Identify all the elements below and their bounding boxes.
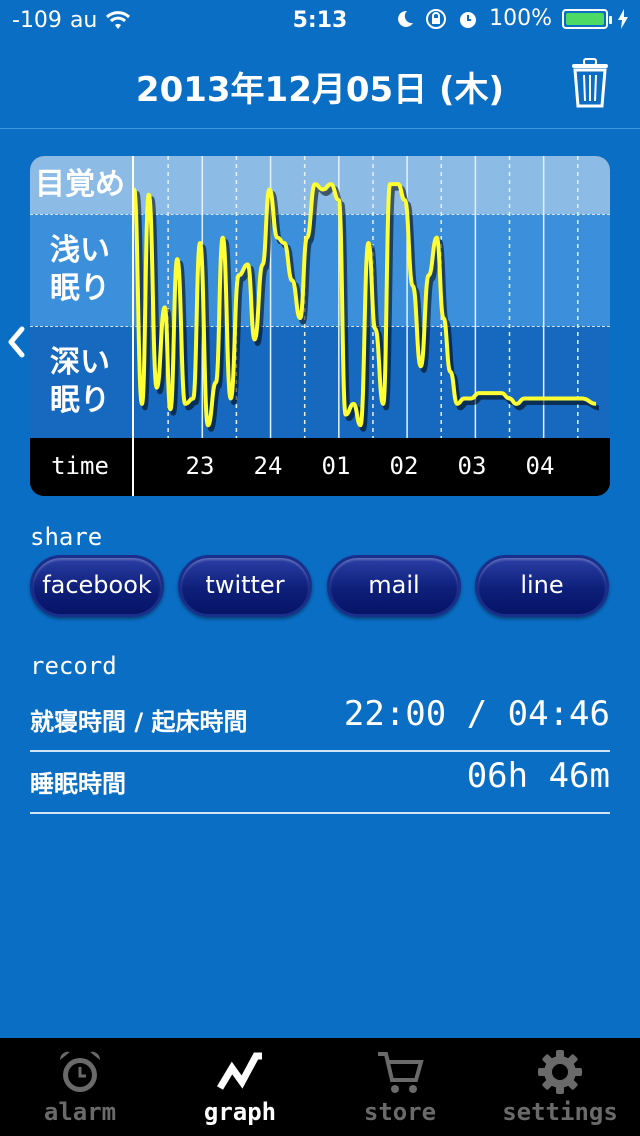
tick-label-02: 02: [389, 452, 419, 480]
tab-settings[interactable]: settings: [480, 1038, 640, 1136]
tick-label-01: 01: [321, 452, 351, 480]
tab-alarm[interactable]: alarm: [0, 1038, 160, 1136]
previous-day-chevron-icon[interactable]: [6, 326, 26, 358]
tab-bar: alarm graph store settings: [0, 1038, 640, 1136]
status-bar: -109 au 5:13 100%: [0, 0, 640, 40]
record-row-duration: 睡眠時間 06h 46m: [30, 750, 610, 814]
time-axis: time 23 24 01 02 03 04: [30, 438, 610, 496]
axis-divider: [132, 156, 134, 496]
record-key-bed-wake: 就寝時間 / 起床時間: [30, 708, 248, 736]
record-value-duration: 06h 46m: [466, 756, 610, 796]
tick-label-24: 24: [253, 452, 283, 480]
charging-icon: [618, 8, 628, 29]
alarm-clock-icon: [59, 1051, 101, 1092]
status-right: 100%: [395, 6, 628, 31]
tab-label-settings: settings: [502, 1098, 618, 1126]
tab-store[interactable]: store: [320, 1038, 480, 1136]
trash-icon[interactable]: [570, 58, 610, 108]
battery-icon: [562, 8, 612, 29]
facebook-button[interactable]: facebook: [30, 555, 164, 617]
twitter-button[interactable]: twitter: [178, 555, 312, 617]
rotation-lock-icon: [426, 8, 447, 29]
tick-label-03: 03: [457, 452, 487, 480]
mail-button[interactable]: mail: [327, 555, 461, 617]
tab-label-alarm: alarm: [43, 1098, 117, 1126]
page-title: 2013年12月05日 (木): [135, 70, 505, 110]
alarm-status-icon: [460, 11, 477, 28]
share-buttons: facebook twitter mail line: [30, 555, 610, 617]
record-row-bed-wake: 就寝時間 / 起床時間 22:00 / 04:46: [30, 688, 610, 752]
tab-graph[interactable]: graph: [160, 1038, 320, 1136]
tick-label-04: 04: [525, 452, 555, 480]
gear-icon: [538, 1050, 582, 1094]
sleep-depth-line: [132, 182, 597, 428]
sleep-graph: 目覚め 浅い 眠り 深い 眠り time 23 24 01 02 03 04: [30, 156, 610, 496]
tab-label-graph: graph: [203, 1098, 277, 1126]
header: 2013年12月05日 (木): [0, 40, 640, 129]
record-key-duration: 睡眠時間: [30, 770, 126, 798]
battery-percent: 100%: [489, 6, 552, 31]
sleep-chart-plot: [132, 156, 600, 438]
tick-label-23: 23: [185, 452, 215, 480]
time-axis-label: time: [51, 452, 109, 480]
graph-icon: [216, 1052, 262, 1090]
moon-icon: [398, 10, 414, 27]
share-label: share: [30, 523, 103, 551]
cart-icon: [378, 1052, 424, 1093]
record-value-bed-wake: 22:00 / 04:46: [343, 694, 610, 734]
tab-label-store: store: [363, 1098, 437, 1126]
record-label: record: [30, 652, 117, 680]
line-button[interactable]: line: [475, 555, 609, 617]
